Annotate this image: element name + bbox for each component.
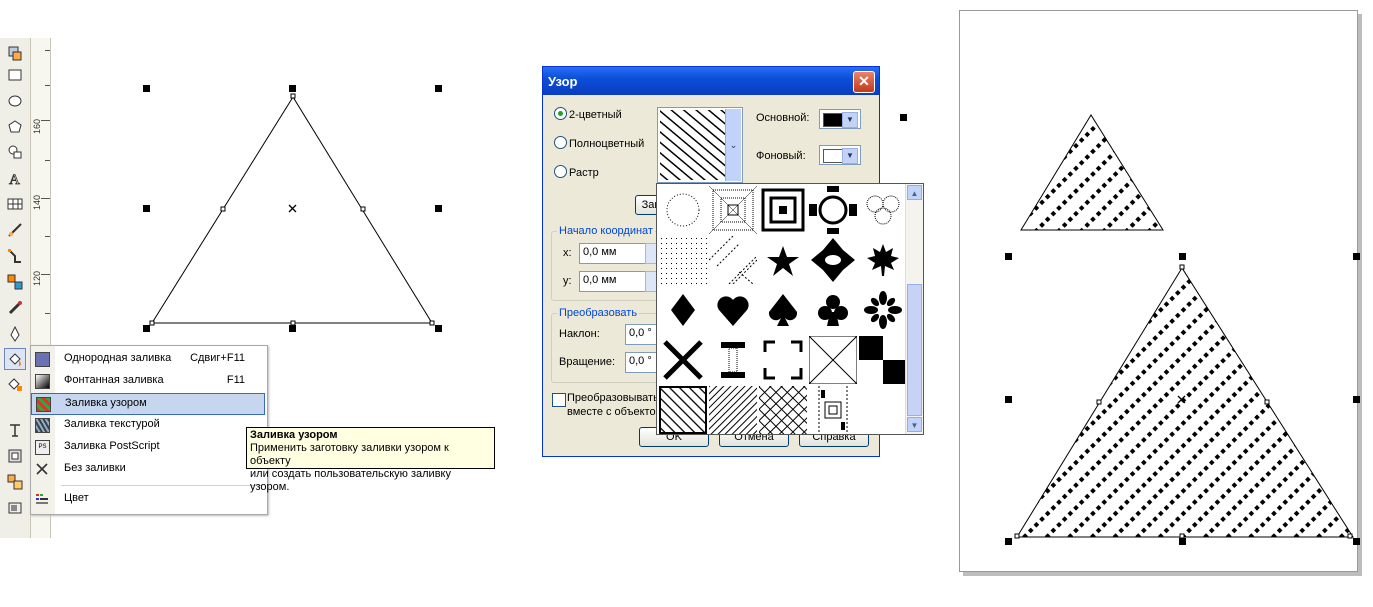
ruler-label: 160	[32, 118, 42, 134]
table-tool-icon[interactable]	[5, 194, 25, 214]
pattern-fill-icon	[36, 397, 51, 412]
fill-flyout-menu: Однородная заливка Сдвиг+F11 Фонтанная за…	[30, 345, 268, 515]
eyedropper-tool-icon[interactable]	[5, 298, 25, 318]
pattern-swatch[interactable]	[659, 186, 707, 234]
outline-pen-tool-icon[interactable]	[5, 324, 25, 344]
background-color-button[interactable]: ▼	[819, 145, 861, 165]
uniform-fill-icon	[35, 352, 50, 367]
radio-bitmap[interactable]: Растр	[554, 165, 599, 179]
pattern-swatch[interactable]	[859, 286, 907, 334]
menu-item-no-fill[interactable]: Без заливки	[31, 459, 265, 479]
rotate-input[interactable]: 0,0 °	[625, 352, 659, 373]
scroll-down-icon[interactable]: ▼	[907, 417, 922, 432]
dialog-title-bar[interactable]: Узор ✕	[543, 67, 879, 95]
pattern-swatch[interactable]	[659, 236, 707, 284]
selected-triangle[interactable]	[120, 75, 460, 345]
pattern-preview-dropdown[interactable]: ⌄	[657, 107, 743, 183]
pattern-swatch[interactable]	[709, 386, 757, 434]
pattern-swatch[interactable]	[759, 286, 807, 334]
pattern-swatch[interactable]	[709, 336, 757, 384]
skew-input[interactable]: 0,0 °	[625, 324, 659, 345]
pattern-swatch[interactable]	[759, 336, 807, 384]
pattern-swatch[interactable]	[759, 386, 807, 434]
extrude-tool-icon[interactable]	[5, 472, 25, 492]
pattern-swatch[interactable]	[809, 386, 857, 434]
transparency-tool-icon[interactable]	[5, 498, 25, 518]
postscript-fill-icon: PS	[35, 440, 50, 455]
contour-tool-icon[interactable]	[5, 446, 25, 466]
menu-item-color[interactable]: Цвет	[31, 489, 265, 509]
menu-item-pattern-fill[interactable]: Заливка узором	[31, 393, 265, 415]
fountain-fill-icon	[35, 374, 50, 389]
basic-shapes-tool-icon[interactable]	[5, 142, 25, 162]
pattern-swatch[interactable]	[809, 286, 857, 334]
pattern-picker-scrollbar[interactable]: ▲ ▼	[905, 184, 923, 434]
pattern-swatch[interactable]	[708, 235, 758, 285]
pattern-swatch[interactable]	[808, 335, 858, 385]
transform-with-object-checkbox[interactable]	[552, 393, 566, 407]
pattern-filled-triangles[interactable]	[960, 10, 1360, 570]
pattern-swatch-selected[interactable]	[659, 386, 707, 434]
pattern-swatch[interactable]	[708, 185, 758, 235]
rectangle-tool-icon[interactable]	[5, 65, 25, 85]
menu-item-texture-fill[interactable]: Заливка текстурой	[31, 415, 265, 435]
pattern-swatch[interactable]	[859, 336, 907, 384]
menu-item-postscript-fill[interactable]: PS Заливка PostScript	[31, 437, 265, 457]
ellipse-tool-icon[interactable]	[5, 91, 25, 111]
no-fill-icon	[34, 461, 50, 477]
svg-text:A: A	[9, 172, 20, 187]
color-icon	[34, 491, 50, 507]
fill-tool-icon[interactable]	[4, 348, 26, 370]
interactive-fill-tool-icon[interactable]	[5, 374, 25, 394]
pattern-swatch[interactable]	[759, 186, 807, 234]
ruler-label: 120	[32, 270, 42, 286]
menu-item-uniform-fill[interactable]: Однородная заливка Сдвиг+F11	[31, 349, 265, 369]
origin-y-input[interactable]: 0,0 мм	[579, 271, 647, 292]
scroll-thumb[interactable]	[907, 284, 922, 416]
pattern-swatch[interactable]	[659, 286, 707, 334]
chevron-down-icon[interactable]: ⌄	[725, 109, 741, 181]
pattern-swatch[interactable]	[759, 236, 807, 284]
toolbox: A	[0, 38, 31, 538]
text-tool-icon[interactable]: A	[5, 168, 25, 188]
pattern-swatch[interactable]	[709, 286, 757, 334]
blend-tool-icon[interactable]	[5, 272, 25, 292]
scroll-up-icon[interactable]: ▲	[907, 185, 922, 200]
connector-tool-icon[interactable]	[5, 246, 25, 266]
dimension-tool-icon[interactable]	[5, 220, 25, 240]
interactive-mesh-tool-icon[interactable]	[5, 420, 25, 440]
tooltip: Заливка узором Применить заготовку залив…	[246, 427, 495, 493]
pattern-swatch[interactable]	[809, 236, 857, 284]
texture-fill-icon	[35, 418, 50, 433]
pattern-swatch[interactable]	[859, 186, 907, 234]
radio-full-color[interactable]: Полноцветный	[554, 136, 644, 150]
polygon-tool-icon[interactable]	[5, 117, 25, 137]
origin-x-input[interactable]: 0,0 мм	[579, 243, 647, 264]
pattern-swatch[interactable]	[659, 336, 707, 384]
ruler-label: 140	[32, 194, 42, 210]
foreground-color-button[interactable]: ▼	[819, 109, 861, 129]
crop-tool-icon[interactable]	[5, 44, 25, 64]
pattern-swatch[interactable]	[859, 236, 907, 284]
menu-item-fountain-fill[interactable]: Фонтанная заливка F11	[31, 371, 265, 391]
pattern-picker: ▲ ▼	[656, 183, 924, 435]
pattern-swatch[interactable]	[809, 186, 857, 234]
radio-two-color[interactable]: 2-цветный	[554, 107, 622, 121]
close-icon[interactable]: ✕	[853, 71, 875, 93]
